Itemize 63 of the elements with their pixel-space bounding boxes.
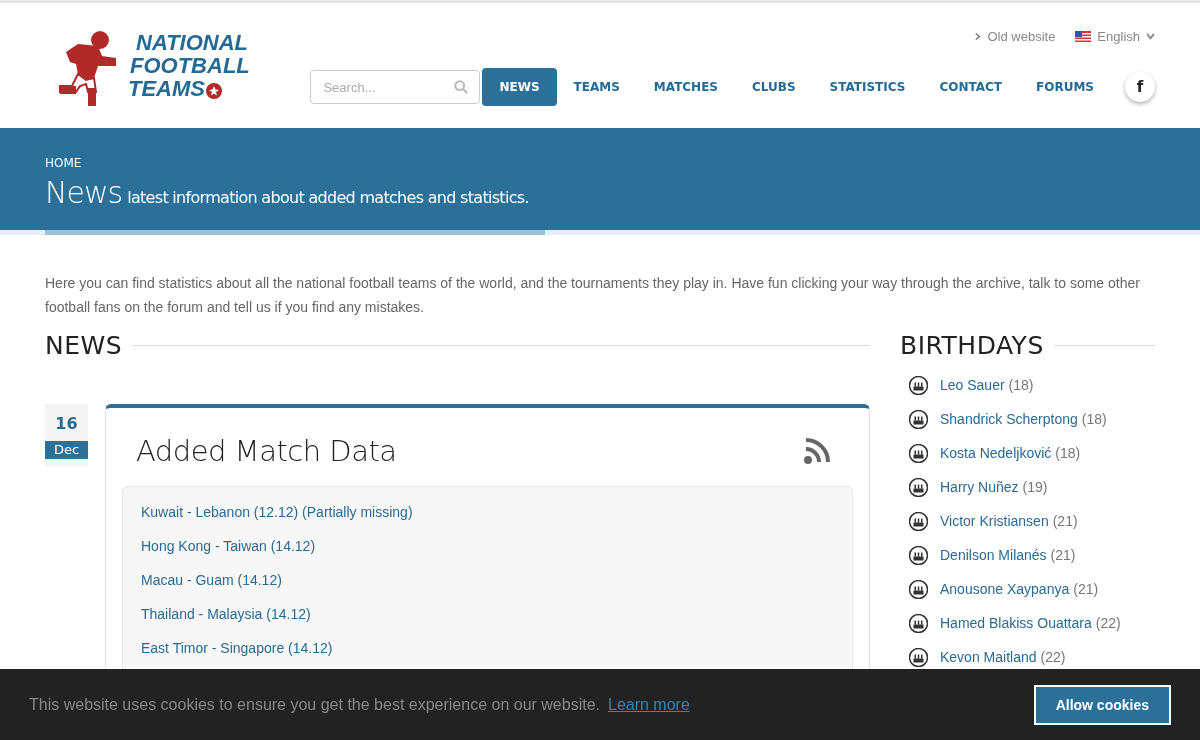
page-title: News	[45, 175, 123, 210]
cake-icon	[909, 545, 928, 565]
breadcrumb-link[interactable]: HOME	[45, 156, 82, 170]
player-link[interactable]: Kosta Nedeljković	[940, 445, 1052, 461]
facebook-button[interactable]: f	[1125, 72, 1155, 102]
nav-tab[interactable]: CLUBS	[735, 68, 813, 106]
chevron-down-icon	[1146, 33, 1155, 40]
date-month: Dec	[45, 441, 88, 459]
player-link[interactable]: Denilson Milanés	[940, 547, 1047, 563]
ball-icon	[206, 83, 222, 99]
allow-cookies-button[interactable]: Allow cookies	[1033, 684, 1171, 725]
player-link[interactable]: Kevon Maitland	[940, 649, 1037, 665]
cake-icon	[909, 477, 928, 497]
player-link[interactable]: Victor Kristiansen	[940, 513, 1049, 529]
learn-more-link[interactable]: Learn more	[608, 695, 690, 714]
cake-icon	[909, 443, 928, 463]
match-link[interactable]: Hong Kong - Taiwan (14.12)	[141, 529, 834, 563]
cake-icon	[909, 613, 928, 633]
player-link[interactable]: Hamed Blakiss Ouattara	[940, 615, 1092, 631]
nav-tab[interactable]: STATISTICS	[812, 68, 923, 106]
player-link[interactable]: Shandrick Scherptong	[940, 411, 1078, 427]
intro-paragraph: Here you can find statistics about all the national football teams of the world, and the tournaments they play in. Have fun clicking your way through the archive, talk to some other football fans on the forum and tell us if you find any mistakes.	[45, 274, 1141, 317]
nav-tab[interactable]: NEWS	[482, 68, 557, 106]
match-link[interactable]: Thailand - Malaysia (14.12)	[141, 597, 834, 631]
logo-text[interactable]: FOOTBALL	[128, 54, 250, 77]
section-heading: BIRTHDAYS	[900, 331, 1044, 360]
player-age: (21)	[1052, 513, 1078, 529]
nav-tab[interactable]: MATCHES	[636, 68, 735, 106]
search-field[interactable]: Search...	[310, 70, 481, 104]
cake-icon	[909, 375, 928, 395]
player-link[interactable]: Leo Sauer	[940, 377, 1005, 393]
cake-icon	[909, 409, 928, 429]
cake-icon	[909, 579, 928, 599]
player-age: (21)	[1050, 547, 1076, 563]
match-link[interactable]: Macau - Guam (14.12)	[141, 563, 834, 597]
page-subtitle: latest information about added matches and statistics.	[127, 188, 529, 207]
logo-text[interactable]: NATIONAL	[128, 31, 250, 54]
flag-icon	[1075, 31, 1092, 42]
player-age: (18)	[1008, 377, 1034, 393]
date-day: 16	[55, 404, 78, 441]
nav-tab[interactable]: CONTACT	[922, 68, 1020, 106]
match-link[interactable]: East Timor - Singapore (14.12)	[141, 631, 834, 665]
nav-tab[interactable]: TEAMS	[556, 68, 637, 106]
player-link[interactable]: Harry Nuñez	[940, 479, 1019, 495]
match-link[interactable]: Kuwait - Lebanon (12.12) (Partially missing)	[141, 495, 834, 529]
cake-icon	[909, 647, 928, 667]
language-selector[interactable]: English	[1075, 29, 1155, 44]
player-age: (21)	[1073, 581, 1099, 597]
player-age: (22)	[1040, 649, 1066, 665]
chevron-right-icon	[975, 32, 982, 41]
cake-icon	[909, 511, 928, 531]
player-link[interactable]: Anousone Xaypanya	[940, 581, 1070, 597]
player-age: (19)	[1022, 479, 1048, 495]
logo-text[interactable]: TEAMS	[128, 77, 250, 100]
nav-tab[interactable]: FORUMS	[1019, 68, 1111, 106]
rss-icon[interactable]	[803, 437, 831, 465]
section-heading: NEWS	[45, 331, 123, 360]
player-age: (22)	[1095, 615, 1121, 631]
cookie-message: This website uses cookies to ensure you get the best experience on our website.	[29, 695, 600, 714]
news-title: Added Match Data	[136, 434, 397, 468]
player-age: (18)	[1081, 411, 1107, 427]
old-website-link[interactable]: Old website	[975, 29, 1056, 44]
player-age: (18)	[1055, 445, 1081, 461]
